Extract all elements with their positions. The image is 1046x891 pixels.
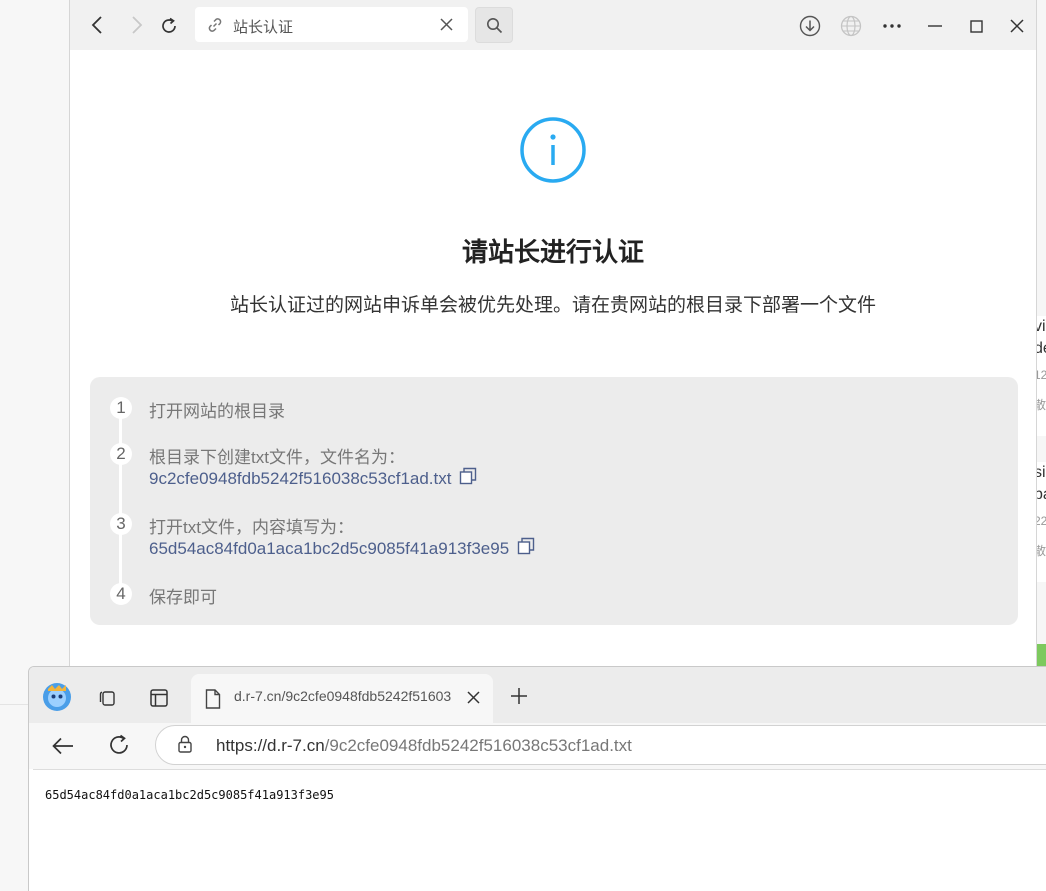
more-button[interactable] — [880, 14, 904, 38]
browser-toolbar: 站长认证 — [70, 0, 1036, 50]
background-card-meta: 22 — [1036, 514, 1046, 528]
lock-icon — [178, 735, 192, 753]
maximize-icon — [969, 19, 983, 33]
background-card-title: si — [1036, 464, 1046, 481]
new-tab-button[interactable] — [507, 684, 531, 708]
more-icon — [883, 24, 901, 28]
reload-button[interactable] — [158, 15, 180, 37]
step-text: 保存即可 — [149, 588, 217, 607]
profile-avatar[interactable] — [41, 681, 73, 713]
step-text: 打开txt文件，内容填写为： — [149, 518, 354, 537]
step-number: 1 — [110, 397, 132, 419]
step-number: 3 — [110, 513, 132, 535]
url-text: https://d.r-7.cn/9c2cfe0948fdb5242f51603… — [216, 736, 632, 756]
back-arrow-icon — [52, 737, 73, 755]
background-card-meta: 散 — [1036, 398, 1046, 412]
url-path: /9c2cfe0948fdb5242f516038c53cf1ad.txt — [324, 736, 632, 755]
info-icon — [519, 116, 587, 189]
background-card-title: ba — [1036, 486, 1046, 503]
tab-actions-button[interactable] — [147, 686, 171, 710]
forward-arrow-icon — [132, 16, 143, 34]
background-card-title: vi — [1036, 318, 1046, 335]
address-bar[interactable]: 站长认证 — [195, 7, 468, 42]
step-text: 根目录下创建txt文件，文件名为： — [149, 448, 405, 467]
translate-button[interactable] — [839, 14, 863, 38]
background-card-meta: 散 — [1036, 544, 1046, 558]
url-domain: https://d.r-7.cn — [216, 736, 325, 755]
close-icon[interactable] — [467, 691, 480, 704]
plus-icon — [511, 688, 527, 704]
tab-title: d.r-7.cn/9c2cfe0948fdb5242f51603 — [234, 688, 452, 704]
step-value: 9c2cfe0948fdb5242f516038c53cf1ad.txt — [149, 467, 477, 490]
background-card-title: de — [1036, 340, 1046, 357]
collections-button[interactable] — [95, 686, 119, 710]
search-button[interactable] — [475, 7, 513, 43]
download-button[interactable] — [798, 14, 822, 38]
file-name-value: 9c2cfe0948fdb5242f516038c53cf1ad.txt — [149, 468, 452, 488]
minimize-button[interactable] — [923, 14, 947, 38]
page-subtitle: 站长认证过的网站申诉单会被优先处理。请在贵网站的根目录下部署一个文件 — [229, 295, 876, 316]
back-button[interactable] — [51, 734, 75, 758]
file-content-value: 65d54ac84fd0a1aca1bc2d5c9085f41a913f3e95 — [149, 538, 510, 558]
step-value: 65d54ac84fd0a1aca1bc2d5c9085f41a913f3e95 — [149, 537, 535, 560]
close-window-button[interactable] — [1005, 14, 1029, 38]
page-title: 请站长进行认证 — [461, 237, 644, 267]
reload-icon — [110, 734, 128, 754]
close-icon[interactable] — [440, 18, 453, 36]
copy-icon[interactable] — [517, 537, 535, 560]
background-green-element — [1036, 644, 1046, 668]
page-content: 65d54ac84fd0a1aca1bc2d5c9085f41a913f3e95 — [33, 769, 1046, 891]
step-number: 4 — [110, 583, 132, 605]
tab-file[interactable]: d.r-7.cn/9c2cfe0948fdb5242f51603 — [191, 674, 493, 727]
steps-panel: 1 打开网站的根目录 2 根目录下创建txt文件，文件名为： 9c2cfe094… — [90, 377, 1018, 625]
maximize-button[interactable] — [964, 14, 988, 38]
address-bar[interactable]: https://d.r-7.cn/9c2cfe0948fdb5242f51603… — [155, 725, 1046, 765]
background-card: vi de 12 散 — [1036, 316, 1046, 436]
link-icon — [207, 17, 223, 38]
browser-window-file: d.r-7.cn/9c2cfe0948fdb5242f51603 https:/… — [28, 666, 1046, 891]
close-icon — [1010, 19, 1024, 33]
background-card: si ba 22 散 — [1036, 462, 1046, 582]
back-button[interactable] — [86, 14, 108, 36]
back-arrow-icon — [91, 16, 102, 34]
minimize-icon — [928, 25, 942, 27]
reload-button[interactable] — [107, 733, 131, 757]
download-icon — [799, 15, 821, 37]
file-content-text: 65d54ac84fd0a1aca1bc2d5c9085f41a913f3e95 — [45, 788, 334, 802]
tab-title: 站长认证 — [233, 19, 294, 36]
step-number: 2 — [110, 443, 132, 465]
copy-icon[interactable] — [459, 467, 477, 490]
copy-pages-icon — [99, 691, 115, 706]
reload-icon — [162, 17, 176, 33]
forward-button[interactable] — [126, 14, 148, 36]
avatar-icon — [43, 683, 71, 711]
window-icon — [150, 689, 168, 707]
document-icon — [205, 689, 221, 709]
navigation-bar: https://d.r-7.cn/9c2cfe0948fdb5242f51603… — [29, 723, 1046, 769]
browser-window-verification: 站长认证 请站长进行认证 站长认证过的网站申诉单会被优先处理。请在贵网站的根目录… — [69, 0, 1037, 668]
step-text: 打开网站的根目录 — [149, 402, 285, 421]
steps-timeline — [119, 407, 122, 597]
tab-strip: d.r-7.cn/9c2cfe0948fdb5242f51603 — [29, 667, 1046, 727]
search-icon — [486, 17, 502, 33]
background-card-meta: 12 — [1036, 368, 1046, 382]
globe-icon — [840, 15, 862, 37]
